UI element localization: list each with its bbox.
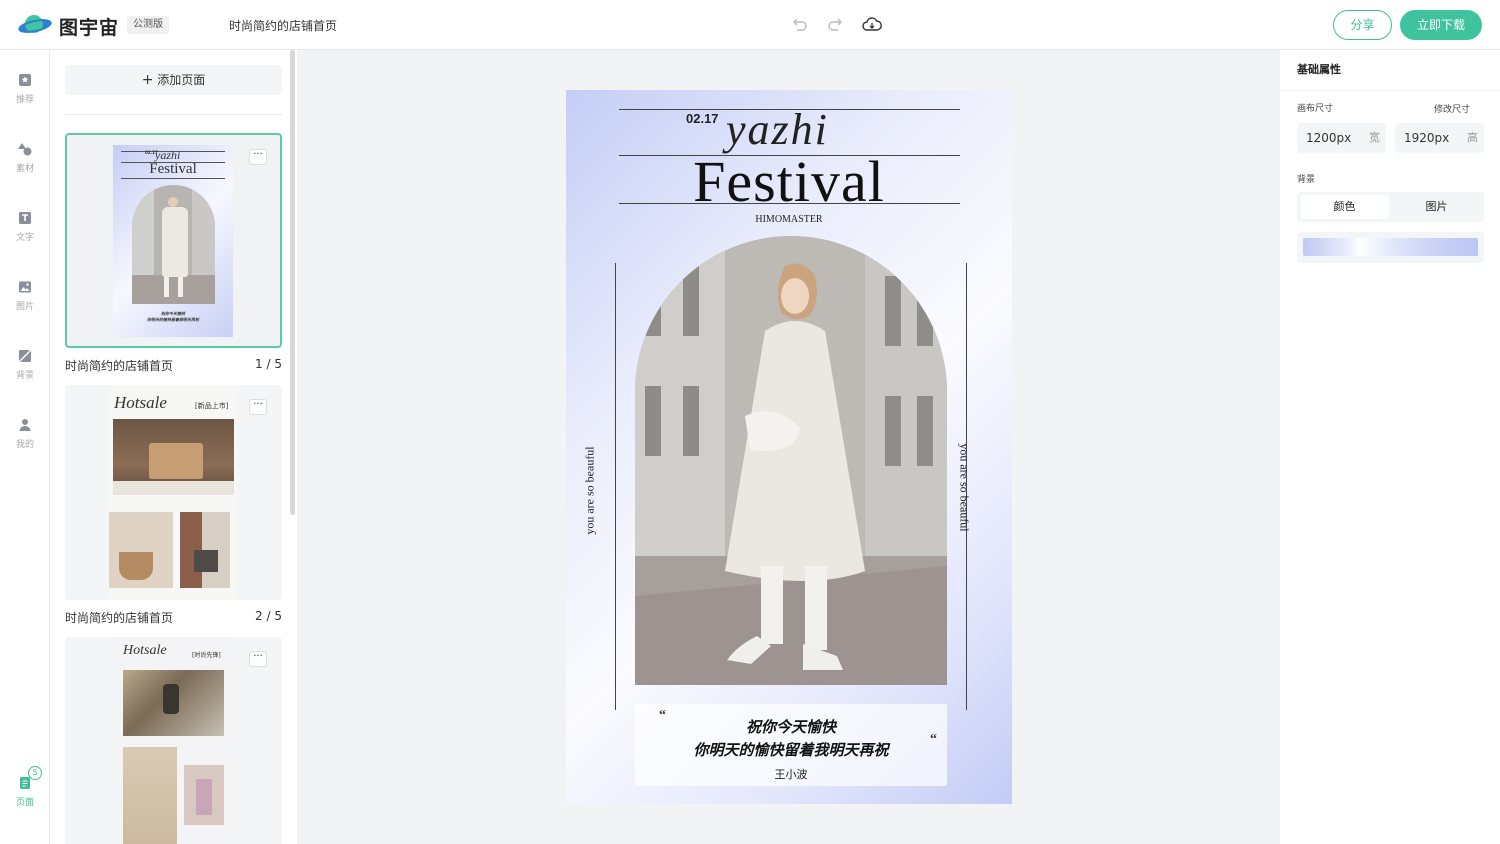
nav-label: 素材 — [15, 164, 34, 174]
logo-icon — [18, 15, 52, 33]
thumb-photo — [109, 512, 173, 588]
height-field[interactable]: 1920px 高 — [1395, 123, 1484, 153]
poster-quote-author[interactable]: 王小波 — [635, 766, 947, 782]
thumb-script: Hotsale — [114, 393, 167, 412]
panel-scrollbar[interactable] — [290, 50, 295, 515]
pages-count-badge: 5 — [28, 766, 42, 780]
page-card-1[interactable]: 02.17 yazhi Festival 祝你今天愉快 你明天的愉快留着我明天再… — [65, 133, 282, 348]
nav-label: 页面 — [15, 798, 34, 808]
page-card-number: 1 / 5 — [255, 357, 282, 371]
width-unit: 宽 — [1369, 131, 1380, 144]
page-thumbnail: Hotsale [时尚先锋] — [118, 637, 229, 844]
divider — [615, 263, 616, 710]
poster-side-text-right[interactable]: you are so beauful — [957, 443, 972, 531]
nav-label: 推荐 — [15, 95, 34, 105]
left-nav: 推荐 素材 文字 图片 背景 我的 页面 5 — [0, 50, 50, 844]
page-card-2[interactable]: Hotsale [新品上市] ··· — [65, 385, 282, 600]
thumb-photo — [132, 185, 215, 304]
page-more-button[interactable]: ··· — [249, 651, 267, 667]
image-icon — [19, 281, 31, 293]
poster-canvas[interactable]: 02.17 yazhi Festival HIMOMASTER you are … — [566, 90, 1012, 804]
thumb-tag: [新品上市] — [195, 402, 229, 410]
poster-quote-box[interactable]: “ 祝你今天愉快 你明天的愉快留着我明天再祝 “ 王小波 — [635, 704, 947, 786]
user-icon — [19, 419, 31, 431]
background-label: 背景 — [1297, 175, 1316, 185]
nav-label: 图片 — [15, 302, 34, 312]
thumb-photo — [184, 765, 224, 825]
nav-label: 我的 — [15, 440, 34, 450]
page-thumbnail: 02.17 yazhi Festival 祝你今天愉快 你明天的愉快留着我明天再… — [113, 145, 233, 337]
document-title[interactable]: 时尚简约的店铺首页 — [229, 17, 337, 34]
nav-item-materials[interactable]: 素材 — [0, 141, 50, 191]
height-unit: 高 — [1467, 131, 1478, 144]
canvas-area: 02.17 yazhi Festival HIMOMASTER you are … — [297, 50, 1280, 844]
width-value: 1200px — [1306, 131, 1352, 145]
divider — [65, 114, 282, 115]
download-button[interactable]: 立即下载 — [1400, 10, 1482, 40]
nav-label: 文字 — [15, 233, 34, 243]
divider — [1280, 90, 1500, 91]
poster-side-text-left[interactable]: you are so beauful — [583, 446, 598, 534]
width-field[interactable]: 1200px 宽 — [1297, 123, 1386, 153]
thumb-photo — [180, 512, 230, 588]
nav-item-mine[interactable]: 我的 — [0, 417, 50, 467]
text-icon — [19, 212, 31, 224]
nav-item-pages[interactable]: 页面 — [0, 775, 50, 825]
gradient-preview — [1303, 238, 1478, 256]
height-value: 1920px — [1404, 131, 1450, 145]
nav-item-text[interactable]: 文字 — [0, 210, 50, 260]
shapes-icon — [18, 143, 32, 156]
poster-subtitle[interactable]: HIMOMASTER — [566, 214, 1012, 225]
thumb-line-2: 你明天的愉快留着我明天再祝 — [147, 317, 199, 322]
page-thumbnail: Hotsale [新品上市] — [109, 385, 237, 600]
page-card-label: 时尚简约的店铺首页 — [65, 611, 174, 625]
page-card-3[interactable]: Hotsale [时尚先锋] ··· — [65, 637, 282, 844]
nav-label: 背景 — [15, 371, 34, 381]
thumb-title: Festival — [149, 161, 197, 177]
add-page-label: 添加页面 — [157, 73, 206, 87]
share-button[interactable]: 分享 — [1333, 10, 1392, 40]
beta-badge: 公测版 — [127, 16, 169, 34]
poster-photo[interactable] — [635, 236, 947, 685]
thumb-tag: [时尚先锋] — [192, 652, 221, 659]
page-card-number: 2 / 5 — [255, 609, 282, 623]
recommend-icon — [19, 74, 31, 86]
nav-item-background[interactable]: 背景 — [0, 348, 50, 398]
pages-panel: + 添加页面 02.17 yazhi Festival 祝你今天愉快 你明天的愉… — [50, 50, 297, 844]
plus-icon: + — [141, 72, 154, 88]
close-quote-mark: “ — [930, 732, 937, 747]
tab-color[interactable]: 颜色 — [1300, 195, 1389, 219]
background-icon — [18, 349, 32, 363]
thumb-script: Hotsale — [123, 643, 167, 658]
thumb-photo — [113, 419, 234, 495]
brand-name: 图宇宙 — [59, 17, 120, 39]
tab-image[interactable]: 图片 — [1392, 195, 1481, 219]
properties-panel: 基础属性 画布尺寸 修改尺寸 1200px 宽 1920px 高 背景 颜色 图… — [1280, 50, 1500, 844]
top-bar: 图宇宙 公测版 时尚简约的店铺首页 分享 立即下载 — [0, 0, 1500, 50]
resize-link[interactable]: 修改尺寸 — [1434, 102, 1470, 115]
poster-quote-line-1[interactable]: 祝你今天愉快 — [635, 716, 947, 737]
cloud-save-icon[interactable] — [861, 14, 883, 36]
background-type-switch: 颜色 图片 — [1297, 192, 1484, 222]
properties-title: 基础属性 — [1297, 63, 1341, 76]
add-page-button[interactable]: + 添加页面 — [65, 65, 282, 95]
model-photo-illustration — [635, 236, 947, 685]
poster-quote-line-2[interactable]: 你明天的愉快留着我明天再祝 — [635, 739, 947, 760]
thumb-photo — [123, 670, 224, 736]
page-more-button[interactable]: ··· — [249, 149, 267, 165]
page-card-label: 时尚简约的店铺首页 — [65, 359, 174, 373]
poster-title[interactable]: Festival — [566, 148, 1012, 215]
nav-item-images[interactable]: 图片 — [0, 279, 50, 329]
nav-item-recommend[interactable]: 推荐 — [0, 72, 50, 122]
thumb-photo — [123, 747, 177, 844]
background-gradient-swatch[interactable] — [1297, 232, 1484, 263]
undo-icon[interactable] — [788, 14, 810, 36]
poster-date[interactable]: 02.17 — [686, 111, 719, 126]
redo-icon[interactable] — [825, 14, 847, 36]
page-more-button[interactable]: ··· — [249, 399, 267, 415]
canvas-size-label: 画布尺寸 — [1297, 104, 1334, 114]
divider — [619, 203, 960, 204]
